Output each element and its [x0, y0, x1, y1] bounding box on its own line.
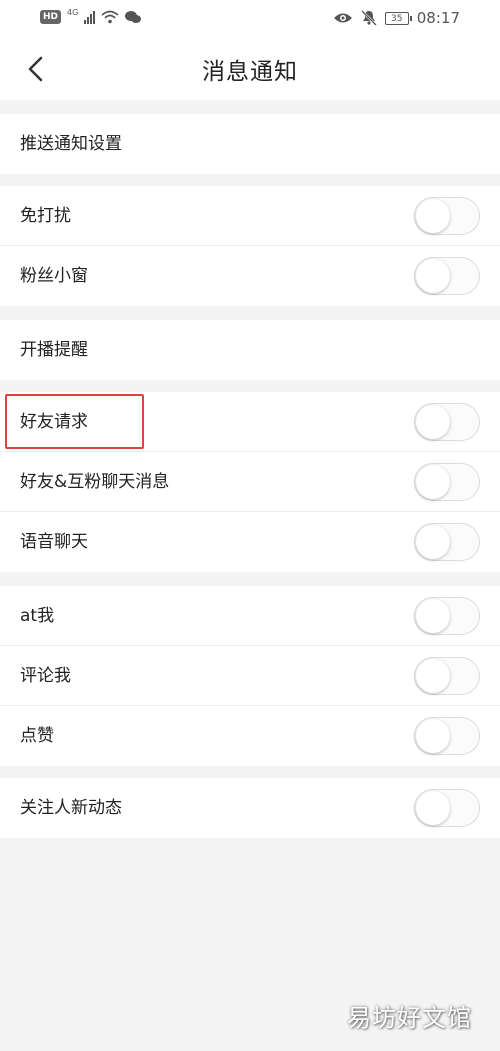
group-follow-updates: 关注人新动态 — [0, 778, 500, 838]
setting-label: at我 — [20, 606, 55, 626]
clock: 08:17 — [416, 9, 460, 27]
status-right: 35 08:17 — [333, 9, 460, 27]
setting-row-at-me: at我 — [0, 586, 500, 646]
group-push-settings: 推送通知设置 — [0, 114, 500, 174]
friend-chat-toggle[interactable] — [414, 463, 480, 501]
setting-row-friend-chat: 好友&互粉聊天消息 — [0, 452, 500, 512]
toggle-knob — [416, 791, 450, 825]
setting-label: 推送通知设置 — [20, 134, 122, 154]
group-mentions: at我 评论我 点赞 — [0, 586, 500, 766]
setting-label: 好友&互粉聊天消息 — [20, 472, 170, 492]
toggle-knob — [416, 465, 450, 499]
setting-row-follow-updates: 关注人新动态 — [0, 778, 500, 838]
setting-label: 开播提醒 — [20, 340, 88, 360]
likes-toggle[interactable] — [414, 717, 480, 755]
group-friends: 好友请求 好友&互粉聊天消息 语音聊天 — [0, 392, 500, 572]
at-me-toggle[interactable] — [414, 597, 480, 635]
fans-window-toggle[interactable] — [414, 257, 480, 295]
setting-label: 点赞 — [20, 726, 54, 746]
setting-label: 评论我 — [20, 666, 71, 686]
setting-label: 粉丝小窗 — [20, 266, 88, 286]
status-left: HD 4G — [40, 7, 142, 24]
setting-label: 语音聊天 — [20, 532, 88, 552]
wifi-icon — [101, 10, 119, 24]
wechat-icon — [125, 11, 142, 23]
comment-me-toggle[interactable] — [414, 657, 480, 695]
voice-chat-toggle[interactable] — [414, 523, 480, 561]
group-live-reminder: 开播提醒 — [0, 320, 500, 380]
signal-icon — [84, 10, 96, 24]
toggle-knob — [416, 659, 450, 693]
setting-row-dnd: 免打扰 — [0, 186, 500, 246]
setting-label: 关注人新动态 — [20, 798, 122, 818]
setting-row-fans-window: 粉丝小窗 — [0, 246, 500, 306]
dnd-toggle[interactable] — [414, 197, 480, 235]
hd-icon: HD — [40, 10, 62, 24]
setting-row-voice-chat: 语音聊天 — [0, 512, 500, 572]
setting-row-comment-me: 评论我 — [0, 646, 500, 706]
setting-label: 免打扰 — [20, 206, 71, 226]
toggle-knob — [416, 199, 450, 233]
page-title: 消息通知 — [202, 59, 298, 85]
bell-mute-icon — [360, 10, 377, 26]
toggle-knob — [416, 525, 450, 559]
watermark: 易坊好文馆 — [347, 1004, 472, 1032]
setting-row-likes: 点赞 — [0, 706, 500, 766]
toggle-knob — [416, 719, 450, 753]
setting-row-push[interactable]: 推送通知设置 — [0, 114, 500, 174]
network-type: 4G — [67, 7, 79, 17]
toggle-knob — [416, 405, 450, 439]
eye-icon — [333, 13, 352, 23]
group-dnd: 免打扰 粉丝小窗 — [0, 186, 500, 306]
battery-icon: 35 — [384, 11, 412, 25]
nav-header: 消息通知 — [0, 38, 500, 100]
toggle-knob — [416, 599, 450, 633]
follow-updates-toggle[interactable] — [414, 789, 480, 827]
toggle-knob — [416, 259, 450, 293]
setting-row-friend-request: 好友请求 — [0, 392, 500, 452]
setting-row-live-reminder[interactable]: 开播提醒 — [0, 320, 500, 380]
friend-request-toggle[interactable] — [414, 403, 480, 441]
status-bar: HD 4G 35 08:17 — [0, 0, 500, 38]
setting-label: 好友请求 — [20, 412, 88, 432]
